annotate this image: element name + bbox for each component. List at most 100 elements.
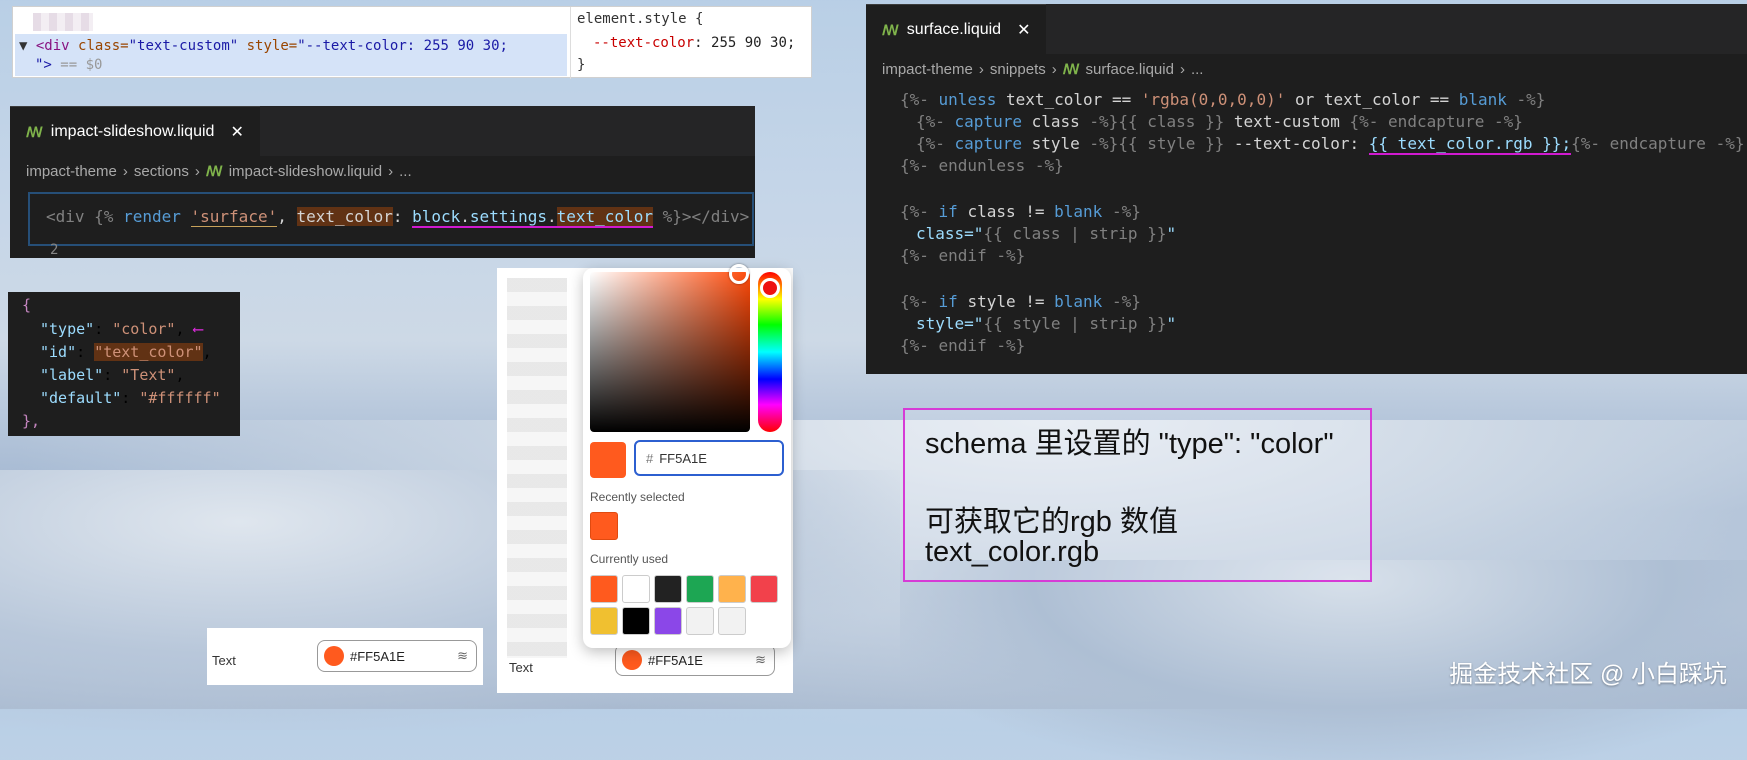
breadcrumb-item[interactable]: impact-theme xyxy=(882,61,973,78)
color-field-value: #FF5A1E xyxy=(350,648,405,664)
breadcrumb-item[interactable]: surface.liquid xyxy=(1086,61,1174,78)
note-line-1: schema 里设置的 "type": "color" xyxy=(925,428,1334,460)
used-swatch[interactable] xyxy=(590,575,618,603)
schema-json-snippet: { "type": "color", ⟵ "id": "text_color",… xyxy=(8,292,240,436)
text-field-label: Text xyxy=(509,660,533,675)
close-icon[interactable]: ✕ xyxy=(230,122,243,142)
json-value: "text_color" xyxy=(94,343,203,361)
text-field-label: Text xyxy=(212,653,236,668)
code-token: . xyxy=(460,207,470,226)
blurred-sidebar xyxy=(507,278,567,658)
saturation-handle[interactable] xyxy=(729,264,749,284)
breadcrumb-item[interactable]: ... xyxy=(399,163,412,180)
code-token: </div> xyxy=(691,207,750,226)
css-property[interactable]: --text-color xyxy=(593,35,694,51)
chevron-right-icon: › xyxy=(1179,60,1185,78)
color-field[interactable]: #FF5A1E ≋ xyxy=(317,640,477,672)
used-swatch[interactable] xyxy=(654,607,682,635)
hex-input[interactable]: # FF5A1E xyxy=(634,440,784,476)
blurred-element xyxy=(33,13,93,31)
watermark: 掘金技术社区 @ 小白踩坑 xyxy=(1449,661,1727,688)
used-swatch[interactable] xyxy=(654,575,682,603)
close-icon[interactable]: ✕ xyxy=(1017,20,1030,40)
code-token: text_color xyxy=(556,207,653,226)
liquid-file-icon: ꟿ xyxy=(882,21,899,38)
breadcrumb: impact-theme › sections › ꟿ impact-slide… xyxy=(10,156,755,186)
code-token: : xyxy=(392,207,403,226)
database-icon[interactable]: ≋ xyxy=(755,652,766,668)
breadcrumb-item[interactable]: sections xyxy=(134,163,189,180)
color-swatch-icon xyxy=(324,646,344,666)
code-token: text_color xyxy=(296,207,393,226)
json-open: { xyxy=(22,296,32,314)
json-value: "color" xyxy=(112,320,176,338)
annotation-note: schema 里设置的 "type": "color" 可获取它的rgb 数值 … xyxy=(903,408,1372,582)
div-tag: <div xyxy=(35,38,70,54)
devtools-panel: ▼ <div class="text-custom" style="--text… xyxy=(12,6,812,79)
code-token: , xyxy=(277,207,287,226)
code-line-1[interactable]: <div {% render 'surface', text_color: bl… xyxy=(28,192,754,246)
attr-close: "> xyxy=(35,57,52,73)
chevron-right-icon: › xyxy=(1051,60,1057,78)
chevron-right-icon: › xyxy=(978,60,984,78)
recently-selected-label: Recently selected xyxy=(590,490,685,504)
saturation-area[interactable] xyxy=(590,272,750,432)
expand-triangle-icon[interactable]: ▼ xyxy=(19,38,27,54)
style-value: "--text-color: 255 90 30; xyxy=(297,38,508,54)
hex-value: FF5A1E xyxy=(659,450,707,466)
json-value: "Text" xyxy=(121,366,176,384)
chevron-right-icon: › xyxy=(122,162,128,180)
json-key: "id" xyxy=(40,343,77,361)
chevron-right-icon: › xyxy=(388,162,394,180)
css-value[interactable]: : 255 90 30; xyxy=(694,35,795,51)
rule-close: } xyxy=(577,57,586,73)
tab-impact-slideshow[interactable]: ꟿ impact-slideshow.liquid ✕ xyxy=(10,106,260,157)
tab-label: impact-slideshow.liquid xyxy=(50,123,215,140)
code-token: %} xyxy=(662,207,682,226)
liquid-file-icon: ꟿ xyxy=(26,123,43,140)
breadcrumb-item[interactable]: impact-slideshow.liquid xyxy=(229,163,382,180)
color-picker-popup: # FF5A1E Recently selected Currently use… xyxy=(583,264,791,648)
hue-handle[interactable] xyxy=(760,278,780,298)
used-swatch[interactable] xyxy=(718,575,746,603)
line-number: 2 xyxy=(50,242,59,258)
database-icon[interactable]: ≋ xyxy=(457,648,468,664)
current-color-preview xyxy=(590,442,626,478)
used-swatch[interactable] xyxy=(622,607,650,635)
breadcrumb-item[interactable]: impact-theme xyxy=(26,163,117,180)
breadcrumb-item[interactable]: snippets xyxy=(990,61,1046,78)
element-style-rule: element.style { xyxy=(577,11,704,27)
breadcrumb: impact-theme › snippets › ꟿ surface.liqu… xyxy=(866,54,1747,84)
slideshow-editor: ꟿ impact-slideshow.liquid ✕ impact-theme… xyxy=(10,106,755,258)
recent-swatch[interactable] xyxy=(590,512,618,540)
json-key: "label" xyxy=(40,366,104,384)
color-field[interactable]: #FF5A1E ≋ xyxy=(615,644,775,676)
json-value: "#ffffff" xyxy=(139,389,221,407)
hash-label: # xyxy=(646,450,654,466)
color-swatch-icon xyxy=(622,650,642,670)
code-token: > xyxy=(681,207,692,226)
class-attr: class= xyxy=(78,38,129,54)
used-swatch[interactable] xyxy=(590,607,618,635)
class-value: "text-custom" xyxy=(128,38,239,54)
currently-used-label: Currently used xyxy=(590,552,669,566)
used-swatch[interactable] xyxy=(718,607,746,635)
dom-tree: ▼ <div class="text-custom" style="--text… xyxy=(13,7,568,79)
used-swatch[interactable] xyxy=(750,575,778,603)
used-swatch[interactable] xyxy=(686,575,714,603)
surface-editor: ꟿ surface.liquid ✕ impact-theme › snippe… xyxy=(866,4,1747,374)
code-token: render xyxy=(123,207,181,226)
note-line-3: text_color.rgb xyxy=(925,536,1100,568)
tab-surface[interactable]: ꟿ surface.liquid ✕ xyxy=(866,4,1047,55)
code-body[interactable]: {%- unless text_color == 'rgba(0,0,0,0)'… xyxy=(866,84,1747,374)
used-swatch[interactable] xyxy=(686,607,714,635)
tab-label: surface.liquid xyxy=(906,21,1002,38)
json-key: "default" xyxy=(40,389,122,407)
code-token: . xyxy=(546,207,557,226)
breadcrumb-item[interactable]: ... xyxy=(1191,61,1204,78)
dollar-zero: == $0 xyxy=(60,57,103,73)
json-close: }, xyxy=(22,412,41,430)
used-swatch[interactable] xyxy=(622,575,650,603)
chevron-right-icon: › xyxy=(194,162,200,180)
code-token: 'surface' xyxy=(190,207,278,227)
